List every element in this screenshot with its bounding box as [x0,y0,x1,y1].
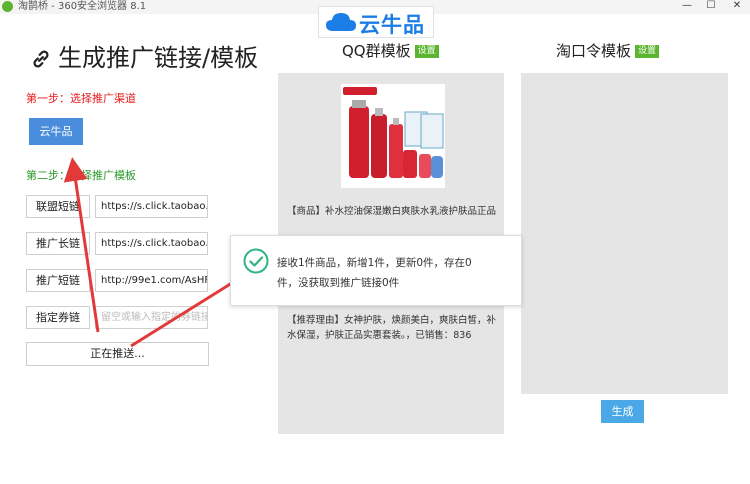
cloud-icon [326,13,356,31]
browser-logo-icon [2,1,13,12]
qq-recommend-text: 【推荐理由】女神护肤，焕颜美白，爽肤白皙，补水保湿，护肤正品实惠套装。，已销售：… [287,315,497,341]
push-button[interactable]: 正在推送... [26,342,209,366]
qq-product-text: 【商品】补水控油保湿嫩白爽肤水乳液护肤品正品 [287,206,497,217]
window-title: 淘鹊桥 - 360安全浏览器 8.1 [18,1,147,12]
page-title: 生成推广链接/模板 [30,38,258,73]
tkl-template-panel [521,73,728,394]
notification-popup: 接收1件商品，新增1件，更新0件，存在0件，没获取到推广链接0件 [230,235,522,306]
template-field-promo-short[interactable]: http://99e1.com/AsHFI [95,269,208,292]
template-button-promo-short[interactable]: 推广短链 [26,269,90,292]
template-button-coupon-link[interactable]: 指定券链 [26,306,90,329]
tkl-template-title-text: 淘口令模板 [556,42,632,60]
page-title-text: 生成推广链接/模板 [58,44,259,72]
template-button-promo-long[interactable]: 推广长链 [26,232,90,255]
template-button-alliance-short[interactable]: 联盟短链 [26,195,90,218]
template-field-promo-long[interactable]: https://s.click.taobao.c [95,232,208,255]
coupon-link-input[interactable]: 留空或输入指定的券链接 [95,306,208,329]
product-image [341,84,445,188]
tkl-template-title: 淘口令模板 设置 [556,40,660,61]
channel-button-yunniupin[interactable]: 云牛品 [29,118,83,145]
step2-label: 第二步：选择推广模板 [26,169,136,182]
success-check-icon [243,248,269,274]
qq-template-title-text: QQ群模板 [342,42,411,60]
qq-template-title: QQ群模板 设置 [342,40,439,61]
close-button[interactable]: ✕ [726,0,748,12]
step1-label: 第一步：选择推广渠道 [26,92,136,105]
maximize-button[interactable]: ☐ [700,0,722,12]
tkl-settings-button[interactable]: 设置 [635,45,660,58]
minimize-button[interactable]: — [676,0,698,12]
generate-button[interactable]: 生成 [601,400,644,423]
template-field-alliance-short[interactable]: https://s.click.taobao.c [95,195,208,218]
link-icon [33,50,49,68]
qq-settings-button[interactable]: 设置 [414,45,439,58]
brand-text: 云牛品 [359,12,425,37]
brand-logo: 云牛品 [318,6,434,38]
notification-message: 接收1件商品，新增1件，更新0件，存在0件，没获取到推广链接0件 [277,257,472,289]
